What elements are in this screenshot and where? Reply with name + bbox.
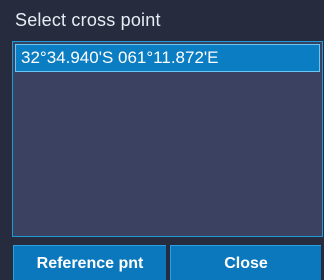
- select-cross-point-dialog: Select cross point 32°34.940'S 061°11.87…: [0, 0, 324, 280]
- reference-pnt-button[interactable]: Reference pnt: [13, 245, 166, 280]
- dialog-title: Select cross point: [15, 10, 161, 30]
- close-button[interactable]: Close: [170, 245, 321, 280]
- cross-point-list[interactable]: 32°34.940'S 061°11.872'E: [12, 41, 323, 237]
- list-item[interactable]: 32°34.940'S 061°11.872'E: [15, 44, 320, 72]
